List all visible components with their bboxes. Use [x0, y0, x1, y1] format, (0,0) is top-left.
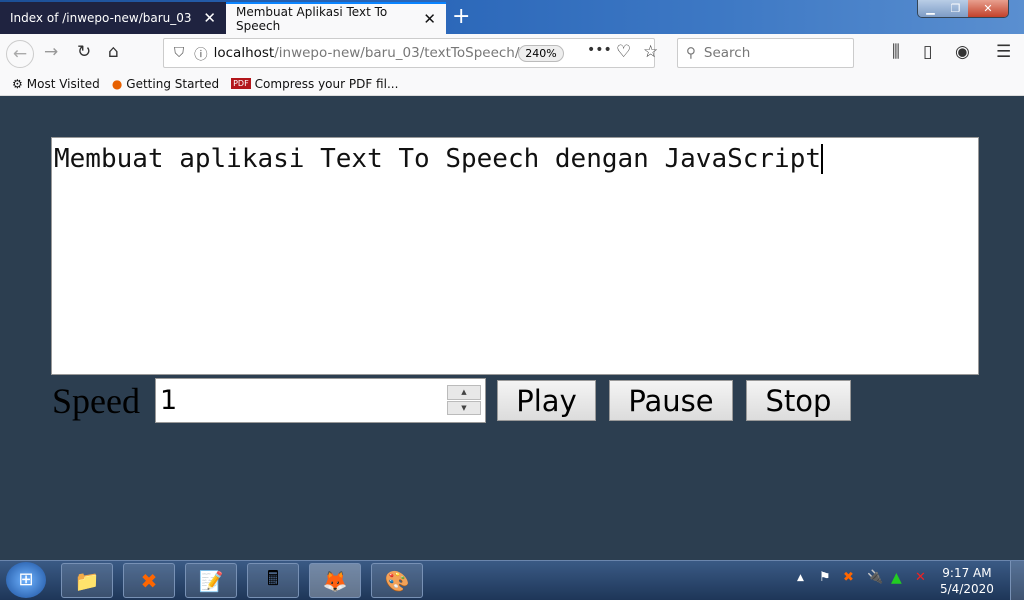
- speech-text-area[interactable]: Membuat aplikasi Text To Speech dengan J…: [51, 137, 979, 375]
- menu-icon[interactable]: ☰: [996, 42, 1011, 62]
- forward-icon[interactable]: →: [44, 42, 58, 62]
- calculator-icon[interactable]: 🖩: [247, 563, 299, 598]
- bookmarks-bar: ⚙ Most Visited ● Getting Started PDF Compre…: [0, 72, 1024, 96]
- bookmark-label: Compress your PDF fil...: [254, 76, 399, 91]
- back-icon[interactable]: ←: [6, 40, 34, 68]
- bookmark-getting-started[interactable]: ● Getting Started: [112, 77, 219, 91]
- sidebar-icon[interactable]: ▯: [923, 42, 932, 62]
- pocket-icon[interactable]: ♡: [616, 42, 631, 62]
- text-content: Membuat aplikasi Text To Speech dengan J…: [54, 144, 822, 174]
- bookmark-most-visited[interactable]: ⚙ Most Visited: [12, 77, 100, 91]
- speed-label: Speed: [52, 381, 140, 421]
- tab-text-to-speech[interactable]: Membuat Aplikasi Text To Speech ✕: [226, 2, 446, 34]
- restore-icon[interactable]: ❐: [943, 0, 968, 17]
- close-window-icon[interactable]: ✕: [968, 0, 1008, 17]
- url-path: /inwepo-new/baru_03/textToSpeech/: [274, 45, 520, 61]
- search-placeholder: Search: [703, 45, 751, 61]
- clock-date: 5/4/2020: [940, 582, 994, 596]
- explorer-icon[interactable]: 📁: [61, 563, 113, 598]
- xampp-icon[interactable]: ✖: [123, 563, 175, 598]
- search-icon: ⚲: [686, 45, 696, 61]
- spin-down-icon[interactable]: ▼: [447, 400, 481, 415]
- paint-icon[interactable]: 🎨: [371, 563, 423, 598]
- gear-icon: ⚙: [12, 76, 23, 91]
- tray-app-icon[interactable]: ▲: [891, 570, 902, 586]
- speed-input[interactable]: 1: [155, 378, 486, 423]
- account-icon[interactable]: ◉: [955, 42, 970, 62]
- action-center-flag-icon[interactable]: ⚑: [819, 570, 831, 585]
- more-icon[interactable]: •••: [587, 42, 612, 58]
- close-tab-icon[interactable]: ✕: [423, 10, 436, 28]
- pause-button[interactable]: Pause: [609, 380, 733, 421]
- zoom-level[interactable]: 240%: [518, 45, 564, 62]
- url-bar[interactable]: ⛉ ⓘ localhost/inwepo-new/baru_03/textToS…: [163, 38, 655, 68]
- start-button[interactable]: ⊞: [6, 562, 46, 598]
- bookmark-label: Most Visited: [26, 76, 100, 91]
- pdf-icon: PDF: [231, 78, 251, 89]
- notepad-icon[interactable]: 📝: [185, 563, 237, 598]
- minimize-icon[interactable]: ▁: [918, 0, 943, 17]
- spin-up-icon[interactable]: ▲: [447, 385, 481, 400]
- stop-button[interactable]: Stop: [746, 380, 851, 421]
- close-tab-icon[interactable]: ✕: [203, 9, 216, 27]
- clock-time: 9:17 AM: [942, 566, 992, 580]
- reload-icon[interactable]: ↻: [77, 42, 91, 62]
- bookmark-label: Getting Started: [126, 76, 220, 91]
- shield-icon[interactable]: ⛉: [174, 45, 184, 61]
- tab-index[interactable]: Index of /inwepo-new/baru_03 ✕: [0, 2, 226, 34]
- bookmark-compress-pdf[interactable]: PDF Compress your PDF fil...: [231, 77, 398, 91]
- tab-label: Membuat Aplikasi Text To Speech: [236, 5, 388, 33]
- bookmark-star-icon[interactable]: ☆: [643, 42, 658, 62]
- new-tab-icon[interactable]: +: [452, 4, 470, 29]
- library-icon[interactable]: ⫼: [892, 42, 900, 62]
- xampp-tray-icon[interactable]: ✖: [843, 570, 854, 585]
- tab-label: Index of /inwepo-new/baru_03: [10, 11, 192, 25]
- firefox-taskbar-icon[interactable]: 🦊: [309, 563, 361, 598]
- play-button[interactable]: Play: [497, 380, 596, 421]
- speed-spinner[interactable]: ▲ ▼: [447, 385, 481, 415]
- clock[interactable]: 9:17 AM 5/4/2020: [940, 565, 994, 597]
- url-host: localhost: [213, 45, 275, 61]
- power-icon[interactable]: 🔌: [867, 570, 883, 585]
- search-input[interactable]: ⚲ Search: [677, 38, 854, 68]
- text-cursor: [821, 144, 824, 174]
- info-icon[interactable]: ⓘ: [194, 43, 208, 63]
- home-icon[interactable]: ⌂: [108, 42, 119, 62]
- show-desktop-button[interactable]: [1010, 561, 1024, 600]
- window-controls: ▁ ❐ ✕: [917, 0, 1009, 18]
- show-hidden-icons[interactable]: ▲: [797, 573, 804, 583]
- firefox-icon: ●: [111, 76, 123, 91]
- network-icon[interactable]: ✕: [915, 570, 926, 585]
